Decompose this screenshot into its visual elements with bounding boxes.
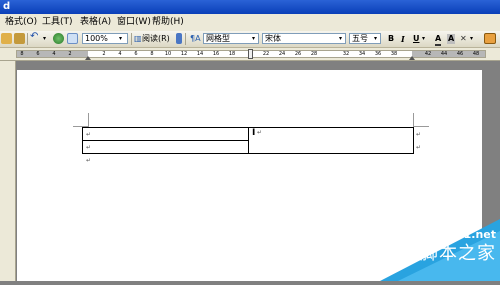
style-select[interactable]: 网格型 bbox=[203, 33, 259, 44]
ruler-number: 2 bbox=[102, 51, 106, 57]
vertical-ruler bbox=[0, 61, 16, 281]
style-dropdown-icon[interactable]: ▾ bbox=[252, 34, 255, 44]
ruler-number: 24 bbox=[278, 51, 286, 57]
underline-dropdown-icon[interactable]: ▾ bbox=[422, 34, 425, 44]
menu-tools[interactable]: 工具(T) bbox=[42, 16, 73, 29]
menu-window[interactable]: 窗口(W) bbox=[117, 16, 151, 29]
ruler-number: 6 bbox=[36, 51, 40, 57]
ruler-number: 14 bbox=[196, 51, 204, 57]
ruler-number: 36 bbox=[374, 51, 382, 57]
ruler-number: 34 bbox=[358, 51, 366, 57]
styles-pane-icon[interactable]: ¶A bbox=[190, 34, 201, 44]
ruler-number: 4 bbox=[52, 51, 56, 57]
ruler-number: 46 bbox=[456, 51, 464, 57]
paste-icon[interactable] bbox=[1, 33, 12, 44]
crop-mark bbox=[414, 126, 429, 127]
crop-mark bbox=[413, 113, 414, 127]
font-select[interactable]: 宋体 bbox=[262, 33, 346, 44]
table-cell[interactable]: ↵ bbox=[82, 127, 249, 141]
crop-mark bbox=[88, 113, 89, 127]
ruler-number: 12 bbox=[180, 51, 188, 57]
ruler-number: 32 bbox=[342, 51, 350, 57]
format-painter-icon[interactable] bbox=[14, 33, 25, 44]
ruler-number: 4 bbox=[118, 51, 122, 57]
menu-table[interactable]: 表格(A) bbox=[80, 16, 111, 29]
character-shading-button[interactable]: A bbox=[447, 34, 456, 44]
ruler-number: 26 bbox=[294, 51, 302, 57]
underline-button[interactable]: U bbox=[413, 34, 420, 44]
row-end-mark: ↵ bbox=[416, 144, 422, 151]
undo-icon[interactable]: ↶ bbox=[30, 32, 38, 42]
ruler-number: 8 bbox=[150, 51, 154, 57]
watermark-name: 脚本之家 bbox=[420, 243, 496, 264]
left-indent-marker[interactable] bbox=[85, 56, 91, 60]
italic-button[interactable]: I bbox=[401, 34, 405, 44]
site-watermark: jb51.net 脚本之家 bbox=[360, 209, 500, 281]
ruler-number: 8 bbox=[20, 51, 24, 57]
reading-button[interactable]: 阅读(R) bbox=[142, 34, 170, 44]
paragraph-mark: ↵ bbox=[86, 144, 92, 151]
font-size-dropdown-icon[interactable]: ▾ bbox=[374, 34, 377, 44]
ruler-number: 2 bbox=[68, 51, 72, 57]
ruler-number: 38 bbox=[390, 51, 398, 57]
title-bar: d bbox=[0, 0, 500, 14]
bold-button[interactable]: B bbox=[388, 34, 394, 44]
ruler-number: 16 bbox=[212, 51, 220, 57]
ruler-number: 28 bbox=[310, 51, 318, 57]
ruler-number: 10 bbox=[164, 51, 172, 57]
highlight-icon[interactable] bbox=[484, 33, 496, 44]
text-effects-icon[interactable]: ✕ bbox=[460, 34, 467, 44]
ruler-number: 44 bbox=[440, 51, 448, 57]
reading-icon: ▥ bbox=[134, 34, 142, 43]
paragraph-mark: ↵ bbox=[86, 131, 92, 138]
text-cursor: I bbox=[252, 128, 256, 138]
right-indent-marker[interactable] bbox=[409, 56, 415, 60]
ruler-number: 22 bbox=[262, 51, 270, 57]
paragraph-mark: ↵ bbox=[86, 157, 92, 164]
table-cell-merged[interactable]: I ↵ bbox=[248, 127, 414, 154]
toolbar: ↶ ▾ 100% ▾ ▥ 阅读(R) ¶A 网格型 ▾ 宋体 ▾ 五号 ▾ B … bbox=[0, 31, 500, 48]
font-color-button[interactable]: A bbox=[435, 34, 442, 46]
ruler-number: 6 bbox=[134, 51, 138, 57]
menu-help[interactable]: 帮助(H) bbox=[152, 16, 184, 29]
undo-dropdown-icon[interactable]: ▾ bbox=[43, 34, 46, 44]
window-title: d bbox=[3, 1, 11, 12]
font-dropdown-icon[interactable]: ▾ bbox=[339, 34, 342, 44]
text-effects-dropdown-icon[interactable]: ▾ bbox=[470, 34, 473, 44]
menu-bar: 格式(O) 工具(T) 表格(A) 窗口(W) 帮助(H) bbox=[0, 14, 500, 32]
row-end-mark: ↵ bbox=[416, 131, 422, 138]
menu-format[interactable]: 格式(O) bbox=[5, 16, 37, 29]
table-cell[interactable]: ↵ bbox=[82, 140, 249, 154]
toolbar-separator bbox=[27, 33, 28, 45]
ruler-number: 48 bbox=[472, 51, 480, 57]
horizontal-ruler[interactable]: 8 6 4 2 2 4 6 8 10 12 14 16 18 22 24 26 … bbox=[0, 48, 500, 61]
paragraph-mark: ↵ bbox=[257, 129, 263, 136]
toolbar-options-icon[interactable] bbox=[176, 33, 182, 44]
toolbar-separator bbox=[185, 33, 186, 45]
column-marker[interactable] bbox=[248, 49, 253, 59]
table-icon[interactable] bbox=[67, 33, 78, 44]
ruler-number: 18 bbox=[228, 51, 236, 57]
zoom-dropdown-icon[interactable]: ▾ bbox=[119, 34, 122, 44]
insert-hyperlink-icon[interactable] bbox=[53, 33, 64, 44]
toolbar-separator bbox=[131, 33, 132, 45]
watermark-site: jb51.net bbox=[444, 228, 496, 241]
ruler-number: 42 bbox=[424, 51, 432, 57]
